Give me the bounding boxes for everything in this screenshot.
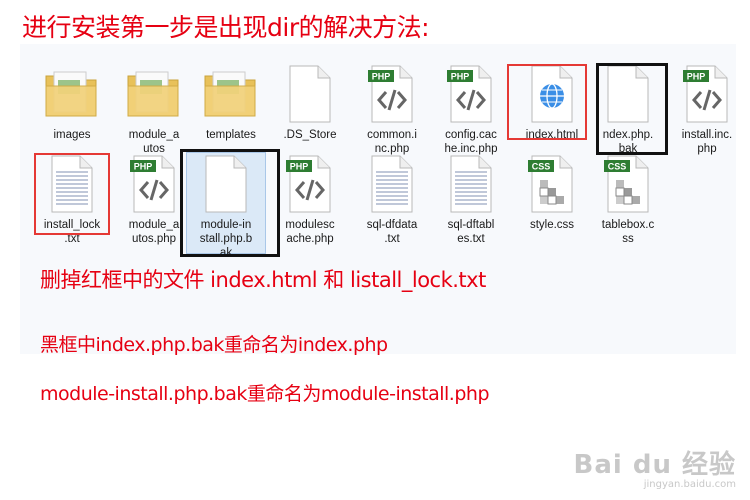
file-name-label: style.css <box>529 219 575 231</box>
watermark-logo-text: Bai du 经验 <box>573 450 736 480</box>
svg-text:PHP: PHP <box>372 72 391 82</box>
black-frame-index-php-bak <box>596 63 668 155</box>
svg-text:CSS: CSS <box>532 162 551 172</box>
file-name-label: images <box>53 129 91 141</box>
svg-text:PHP: PHP <box>290 162 309 172</box>
svg-text:CSS: CSS <box>608 162 627 172</box>
file-name-label: .DS_Store <box>283 129 337 141</box>
file-name-label: modulesc ache.php <box>285 219 335 245</box>
text-file-icon <box>350 152 434 218</box>
file-item[interactable]: sql-dftabl es.txt <box>429 152 513 246</box>
red-frame-install-lock <box>34 153 110 235</box>
php-file-icon: PHP <box>665 62 749 128</box>
php-file-icon: PHP <box>268 152 352 218</box>
file-name-label: sql-dftabl es.txt <box>447 219 495 245</box>
folder-icon <box>189 62 273 128</box>
baidu-jingyan-watermark: Bai du 经验 jingyan.baidu.com <box>574 444 737 490</box>
php-file-icon: PHP <box>429 62 513 128</box>
file-item[interactable]: module_a utos <box>112 62 196 156</box>
css-file-icon: CSS <box>586 152 670 218</box>
file-item[interactable]: .DS_Store <box>268 62 352 142</box>
file-name-label: templates <box>206 129 256 141</box>
instruction-rename-module-install: module-install.php.bak重命名为module-install… <box>40 383 490 405</box>
instruction-delete-files: 删掉红框中的文件 index.html 和 listall_lock.txt <box>40 268 486 292</box>
file-item[interactable]: CSS tablebox.c ss <box>586 152 670 246</box>
file-name-label: tablebox.c ss <box>601 219 655 245</box>
file-item[interactable]: templates <box>189 62 273 142</box>
heading-text: 进行安装第一步是出现dir的解决方法: <box>22 13 430 42</box>
css-file-icon: CSS <box>510 152 594 218</box>
folder-icon <box>30 62 114 128</box>
file-item[interactable]: PHP config.cac he.inc.php <box>429 62 513 156</box>
text-file-icon <box>429 152 513 218</box>
instruction-rename-index: 黑框中index.php.bak重命名为index.php <box>40 334 388 356</box>
file-item[interactable]: images <box>30 62 114 142</box>
svg-text:PHP: PHP <box>451 72 470 82</box>
file-item[interactable]: CSS style.css <box>510 152 594 232</box>
black-frame-module-install-bak <box>180 149 280 257</box>
svg-text:PHP: PHP <box>687 72 706 82</box>
php-file-icon: PHP <box>350 62 434 128</box>
file-item[interactable]: PHP common.i nc.php <box>350 62 434 156</box>
svg-text:PHP: PHP <box>134 162 153 172</box>
file-name-label: sql-dfdata .txt <box>366 219 418 245</box>
red-frame-index-html <box>507 64 587 140</box>
file-item[interactable]: PHP install.inc. php <box>665 62 749 156</box>
file-name-label: install.inc. php <box>681 129 733 155</box>
file-item[interactable]: PHP modulesc ache.php <box>268 152 352 246</box>
generic-file-icon <box>268 62 352 128</box>
file-item[interactable]: sql-dfdata .txt <box>350 152 434 246</box>
folder-icon <box>112 62 196 128</box>
